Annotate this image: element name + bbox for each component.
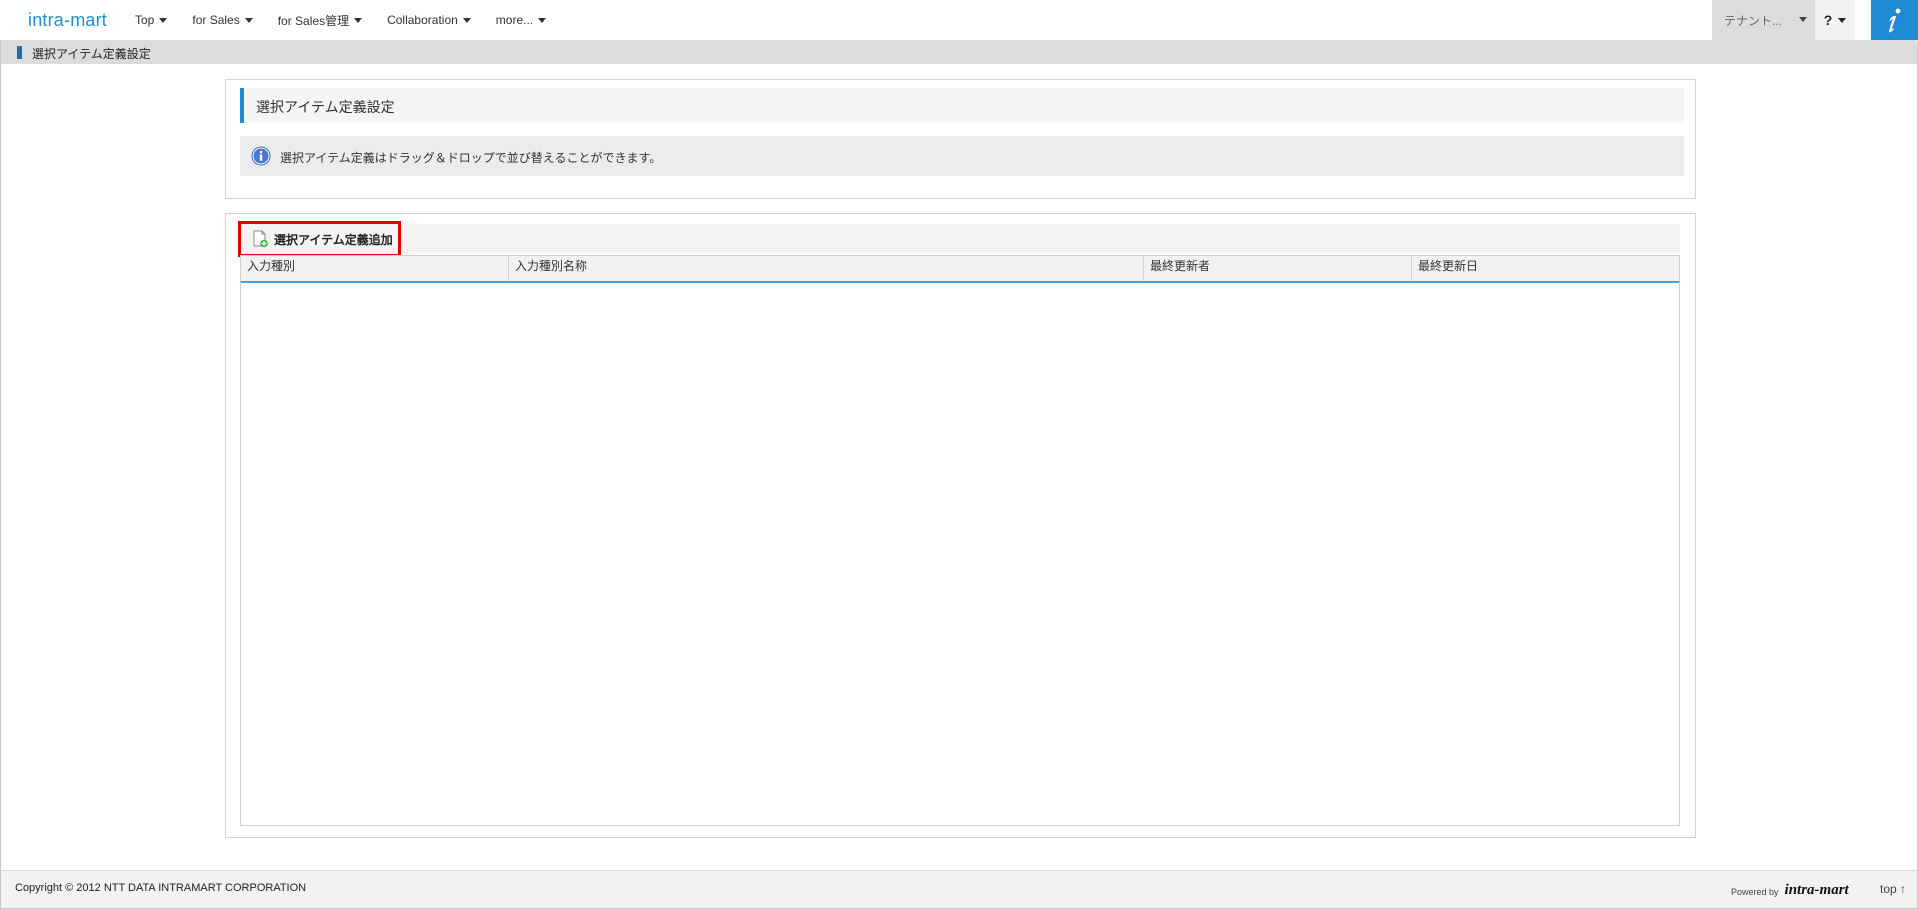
breadcrumb: 選択アイテム定義設定 — [1, 40, 1917, 64]
menu-more-label: more... — [495, 13, 534, 27]
top-navbar: intra-mart Top for Sales for Sales管理 Col… — [0, 0, 1918, 41]
caret-down-icon — [1799, 17, 1807, 22]
menu-top-label: Top — [135, 13, 155, 27]
intra-mart-footer-logo: intra-mart — [1784, 882, 1849, 898]
menu-collaboration-label: Collaboration — [387, 13, 458, 27]
menu-more[interactable]: more... — [495, 13, 547, 27]
main-menu: Top for Sales for Sales管理 Collaboration … — [135, 0, 571, 40]
brand-logo[interactable]: intra-mart — [28, 10, 107, 31]
caret-down-icon — [244, 17, 253, 23]
grid-toolbar: 選択アイテム定義追加 — [238, 221, 1680, 257]
menu-for-sales-admin-label: for Sales管理 — [277, 13, 350, 28]
caret-down-icon — [354, 17, 363, 23]
page-title: 選択アイテム定義設定 — [256, 100, 395, 116]
caret-down-icon — [1838, 17, 1847, 23]
selection-item-grid[interactable]: 入力種別 入力種別名称 最終更新者 最終更新日 — [240, 255, 1680, 826]
info-message: 選択アイテム定義はドラッグ＆ドロップで並び替えることができます。 — [240, 136, 1684, 176]
add-document-icon — [253, 230, 268, 248]
info-icon — [251, 146, 271, 166]
caret-down-icon — [159, 17, 168, 23]
column-header-last-updated-date[interactable]: 最終更新日 — [1412, 256, 1679, 281]
column-header-last-updated-by[interactable]: 最終更新者 — [1144, 256, 1412, 281]
add-selection-item-button[interactable]: 選択アイテム定義追加 — [238, 221, 401, 257]
back-to-top-link[interactable]: top ↑ — [1880, 882, 1906, 896]
tenant-menu-label: テナント... — [1724, 13, 1783, 28]
caret-down-icon — [462, 17, 471, 23]
copyright-text: Copyright © 2012 NTT DATA INTRAMART CORP… — [15, 882, 307, 894]
footer: Copyright © 2012 NTT DATA INTRAMART CORP… — [1, 870, 1917, 908]
menu-for-sales[interactable]: for Sales — [192, 13, 253, 27]
menu-for-sales-label: for Sales — [192, 13, 240, 27]
add-selection-item-label: 選択アイテム定義追加 — [274, 232, 393, 247]
menu-collaboration[interactable]: Collaboration — [387, 13, 471, 27]
help-menu[interactable]: ? — [1815, 0, 1855, 40]
header-panel: 選択アイテム定義設定 選択アイテム定義はドラッグ＆ドロップで並び替えることができ… — [225, 79, 1696, 199]
tenant-menu[interactable]: テナント... — [1712, 0, 1815, 40]
help-icon: ? — [1823, 12, 1833, 28]
menu-top[interactable]: Top — [135, 13, 168, 27]
grid-panel: 選択アイテム定義追加 入力種別 入力種別名称 最終更新者 最終更新日 — [225, 213, 1696, 838]
info-text: 選択アイテム定義はドラッグ＆ドロップで並び替えることができます。 — [280, 151, 662, 165]
breadcrumb-label: 選択アイテム定義設定 — [32, 47, 151, 61]
breadcrumb-marker — [17, 46, 22, 59]
info-i-icon — [1888, 8, 1900, 33]
column-header-input-type-name[interactable]: 入力種別名称 — [509, 256, 1144, 281]
powered-by-logo: Powered by intra-mart — [1731, 882, 1849, 899]
grid-header-row: 入力種別 入力種別名称 最終更新者 最終更新日 — [241, 256, 1679, 283]
intra-mart-i-logo[interactable] — [1871, 0, 1918, 40]
caret-down-icon — [538, 17, 547, 23]
page-title-bar: 選択アイテム定義設定 — [240, 88, 1684, 123]
menu-for-sales-admin[interactable]: for Sales管理 — [277, 12, 363, 29]
powered-by-label: Powered by — [1731, 887, 1779, 897]
column-header-input-type[interactable]: 入力種別 — [241, 256, 509, 281]
